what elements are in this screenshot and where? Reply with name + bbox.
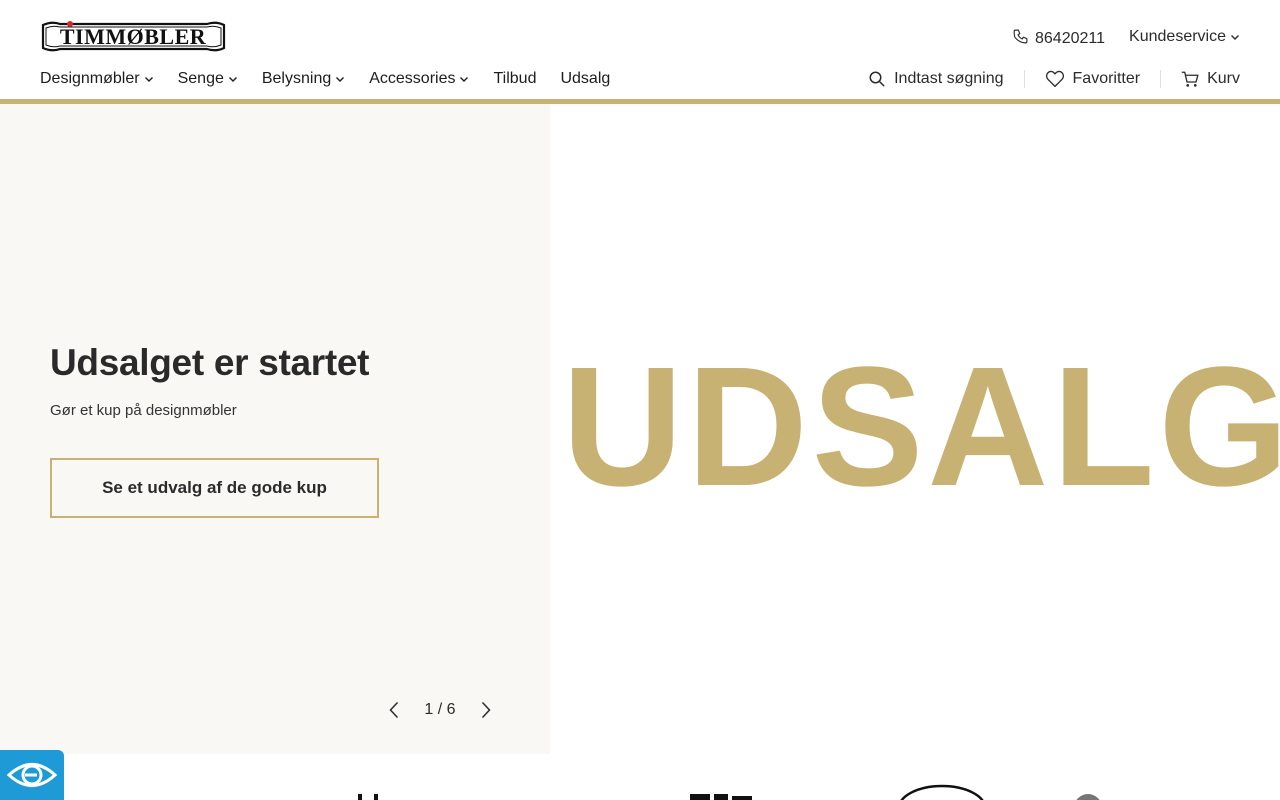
- nav-item-label: Belysning: [261, 70, 332, 87]
- heart-icon: [1045, 70, 1064, 88]
- hero-title: Udsalget er startet: [50, 342, 370, 383]
- hero-cta-button[interactable]: Se et udvalg af de gode kup: [50, 458, 379, 518]
- nav-item-senge[interactable]: Senge: [178, 70, 238, 88]
- chevron-down-icon: [228, 77, 237, 82]
- customer-service-label: Kundeservice: [1129, 28, 1226, 45]
- cart-label: Kurv: [1207, 70, 1240, 87]
- logo-text: TIMMØBLER: [60, 24, 207, 49]
- accessibility-widget-button[interactable]: [0, 750, 64, 800]
- chevron-left-icon: [389, 701, 399, 719]
- phone-link[interactable]: 86420211: [1012, 28, 1105, 50]
- favorites-button[interactable]: Favoritter: [1023, 70, 1161, 88]
- hero-image-panel[interactable]: UDSALG: [550, 104, 1280, 754]
- brand-logo-strip: [0, 754, 1280, 800]
- hero-sale-word: UDSALG: [562, 332, 1280, 522]
- chevron-right-icon: [481, 701, 491, 719]
- logo-graphic: TIMMØBLER: [41, 21, 226, 52]
- nav-item-label: Tilbud: [493, 70, 537, 87]
- phone-number: 86420211: [1035, 30, 1105, 47]
- search-button[interactable]: Indtast søgning: [848, 70, 1023, 88]
- chevron-down-icon: [460, 77, 469, 82]
- nav-item-udsalg[interactable]: Udsalg: [560, 70, 610, 88]
- prev-slide-button[interactable]: [380, 696, 408, 724]
- phone-icon: [1012, 28, 1029, 50]
- nav-item-label: Senge: [177, 70, 224, 87]
- cart-button[interactable]: Kurv: [1160, 70, 1240, 88]
- search-label: Indtast søgning: [894, 70, 1004, 87]
- main-nav: Designmøbler Senge Belysning Accessories…: [40, 70, 610, 88]
- site-header: TIMMØBLER 86420211 Kundeservice Designmø…: [0, 0, 1280, 104]
- brand-logo: [900, 784, 984, 800]
- nav-item-accessories[interactable]: Accessories: [369, 70, 469, 88]
- eye-icon: [6, 763, 58, 787]
- search-icon: [869, 71, 885, 87]
- hero-subtitle: Gør et kup på designmøbler: [50, 402, 237, 419]
- chevron-down-icon: [336, 77, 345, 82]
- next-slide-button[interactable]: [472, 696, 500, 724]
- chevron-down-icon: [1231, 35, 1239, 40]
- nav-item-label: Udsalg: [560, 70, 611, 87]
- nav-item-designmobler[interactable]: Designmøbler: [40, 70, 154, 88]
- nav-item-belysning[interactable]: Belysning: [262, 70, 345, 88]
- chevron-down-icon: [144, 77, 153, 82]
- hero-text-panel: Udsalget er startet Gør et kup på design…: [0, 104, 550, 754]
- nav-item-tilbud[interactable]: Tilbud: [493, 70, 536, 88]
- header-tools: Indtast søgning Favoritter Kurv: [848, 68, 1240, 90]
- slider-pager: 1 / 6: [380, 696, 500, 724]
- cart-icon: [1181, 71, 1199, 87]
- nav-item-label: Designmøbler: [40, 70, 140, 87]
- brand-logo: [1076, 794, 1100, 800]
- brand-logo: [690, 794, 752, 800]
- nav-item-label: Accessories: [369, 70, 456, 87]
- brand-logo: [358, 794, 378, 800]
- customer-service-menu[interactable]: Kundeservice: [1129, 28, 1240, 46]
- site-logo[interactable]: TIMMØBLER: [40, 20, 227, 53]
- favorites-label: Favoritter: [1072, 70, 1141, 87]
- slide-counter: 1 / 6: [424, 701, 456, 718]
